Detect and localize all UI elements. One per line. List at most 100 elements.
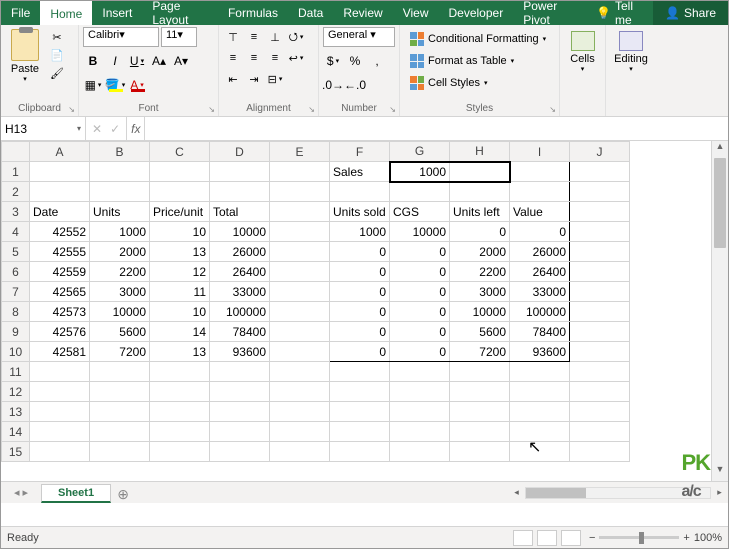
- tab-review[interactable]: Review: [333, 1, 392, 25]
- cell-A2[interactable]: [30, 182, 90, 202]
- cell-B1[interactable]: [90, 162, 150, 182]
- cell-B8[interactable]: 10000: [90, 302, 150, 322]
- cell-J12[interactable]: [570, 382, 630, 402]
- cell-B5[interactable]: 2000: [90, 242, 150, 262]
- conditional-formatting-button[interactable]: Conditional Formatting▾: [406, 29, 550, 49]
- cell-I9[interactable]: 78400: [510, 322, 570, 342]
- cell-H11[interactable]: [450, 362, 510, 382]
- sheet-tab-sheet1[interactable]: Sheet1: [41, 484, 111, 503]
- cell-H10[interactable]: 7200: [450, 342, 510, 362]
- cell-A10[interactable]: 42581: [30, 342, 90, 362]
- cell-I2[interactable]: [510, 182, 570, 202]
- cell-I4[interactable]: 0: [510, 222, 570, 242]
- cell-I5[interactable]: 26000: [510, 242, 570, 262]
- cell-E10[interactable]: [270, 342, 330, 362]
- underline-button[interactable]: U: [127, 51, 147, 71]
- cell-J5[interactable]: [570, 242, 630, 262]
- cell-J7[interactable]: [570, 282, 630, 302]
- cell-B2[interactable]: [90, 182, 150, 202]
- decrease-decimal-icon[interactable]: ←.0: [345, 75, 365, 95]
- cell-C1[interactable]: [150, 162, 210, 182]
- zoom-out-icon[interactable]: −: [589, 532, 595, 544]
- cell-I13[interactable]: [510, 402, 570, 422]
- cell-J14[interactable]: [570, 422, 630, 442]
- cell-F13[interactable]: [330, 402, 390, 422]
- number-format-select[interactable]: General ▾: [323, 27, 395, 47]
- cell-E4[interactable]: [270, 222, 330, 242]
- vertical-scrollbar[interactable]: ▲ ▼: [711, 141, 728, 481]
- cell-F7[interactable]: 0: [330, 282, 390, 302]
- cell-B9[interactable]: 5600: [90, 322, 150, 342]
- align-top-icon[interactable]: ⊤: [223, 27, 243, 47]
- tab-file[interactable]: File: [1, 1, 40, 25]
- cell-B3[interactable]: Units: [90, 202, 150, 222]
- cell-C3[interactable]: Price/unit: [150, 202, 210, 222]
- cell-H13[interactable]: [450, 402, 510, 422]
- cell-H12[interactable]: [450, 382, 510, 402]
- cell-A8[interactable]: 42573: [30, 302, 90, 322]
- cell-G3[interactable]: CGS: [390, 202, 450, 222]
- cell-B12[interactable]: [90, 382, 150, 402]
- normal-view-button[interactable]: [513, 530, 533, 546]
- cell-H6[interactable]: 2200: [450, 262, 510, 282]
- share-button[interactable]: 👤 Share: [653, 1, 728, 25]
- cell-H2[interactable]: [450, 182, 510, 202]
- align-bottom-icon[interactable]: ⊥: [265, 27, 285, 47]
- orientation-icon[interactable]: ⭯: [286, 27, 306, 47]
- cell-B7[interactable]: 3000: [90, 282, 150, 302]
- zoom-in-icon[interactable]: +: [683, 532, 689, 544]
- borders-button[interactable]: ▦: [83, 75, 103, 95]
- cell-C13[interactable]: [150, 402, 210, 422]
- cell-E3[interactable]: [270, 202, 330, 222]
- cell-J9[interactable]: [570, 322, 630, 342]
- tab-page-layout[interactable]: Page Layout: [142, 1, 218, 25]
- cell-A15[interactable]: [30, 442, 90, 462]
- italic-button[interactable]: I: [105, 51, 125, 71]
- spreadsheet-grid[interactable]: ABCDEFGHIJ1Sales100023DateUnitsPrice/uni…: [1, 141, 630, 462]
- cell-D9[interactable]: 78400: [210, 322, 270, 342]
- font-color-button[interactable]: A: [127, 75, 147, 95]
- increase-indent-icon[interactable]: ⇥: [244, 69, 264, 89]
- cell-H8[interactable]: 10000: [450, 302, 510, 322]
- bold-button[interactable]: B: [83, 51, 103, 71]
- cell-G6[interactable]: 0: [390, 262, 450, 282]
- currency-icon[interactable]: $: [323, 51, 343, 71]
- merge-center-icon[interactable]: ⊟: [265, 69, 285, 89]
- row-header-8[interactable]: 8: [2, 302, 30, 322]
- tab-view[interactable]: View: [393, 1, 439, 25]
- cell-D6[interactable]: 26400: [210, 262, 270, 282]
- page-break-view-button[interactable]: [561, 530, 581, 546]
- column-header-A[interactable]: A: [30, 142, 90, 162]
- tab-developer[interactable]: Developer: [439, 1, 514, 25]
- cell-B11[interactable]: [90, 362, 150, 382]
- cell-G13[interactable]: [390, 402, 450, 422]
- cell-D13[interactable]: [210, 402, 270, 422]
- cell-J10[interactable]: [570, 342, 630, 362]
- cell-H3[interactable]: Units left: [450, 202, 510, 222]
- comma-icon[interactable]: ,: [367, 51, 387, 71]
- cell-G11[interactable]: [390, 362, 450, 382]
- cell-I3[interactable]: Value: [510, 202, 570, 222]
- cell-B15[interactable]: [90, 442, 150, 462]
- font-name-select[interactable]: Calibri▾: [83, 27, 159, 47]
- cell-F5[interactable]: 0: [330, 242, 390, 262]
- add-sheet-button[interactable]: ⊕: [111, 486, 135, 503]
- percent-icon[interactable]: %: [345, 51, 365, 71]
- cell-B13[interactable]: [90, 402, 150, 422]
- zoom-slider[interactable]: [599, 536, 679, 539]
- cell-J1[interactable]: [570, 162, 630, 182]
- cell-I14[interactable]: [510, 422, 570, 442]
- cell-C11[interactable]: [150, 362, 210, 382]
- cell-I10[interactable]: 93600: [510, 342, 570, 362]
- cell-F9[interactable]: 0: [330, 322, 390, 342]
- cut-icon[interactable]: ✂: [49, 29, 65, 45]
- cell-A11[interactable]: [30, 362, 90, 382]
- cell-F4[interactable]: 1000: [330, 222, 390, 242]
- cell-F1[interactable]: Sales: [330, 162, 390, 182]
- cell-G14[interactable]: [390, 422, 450, 442]
- cell-E13[interactable]: [270, 402, 330, 422]
- cell-C4[interactable]: 10: [150, 222, 210, 242]
- cell-J6[interactable]: [570, 262, 630, 282]
- format-as-table-button[interactable]: Format as Table▾: [406, 51, 550, 71]
- cell-A3[interactable]: Date: [30, 202, 90, 222]
